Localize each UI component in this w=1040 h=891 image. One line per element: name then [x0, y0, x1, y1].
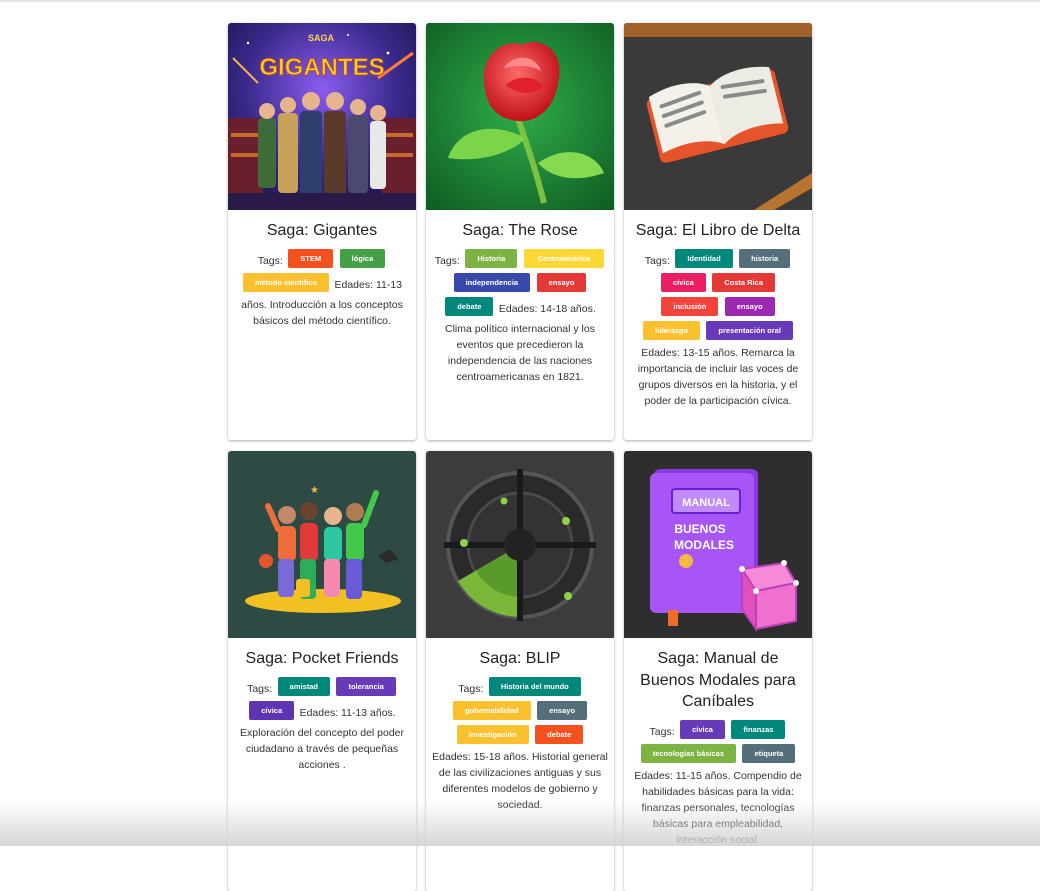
tag-presentacion-oral[interactable]: presentación oral — [706, 320, 793, 340]
card-image[interactable]: MANUAL BUENOS MODALES — [624, 451, 812, 638]
pocket-friends-art: ★ — [228, 451, 416, 638]
rose-art — [426, 23, 614, 210]
saga-card-the-rose[interactable]: Saga: The Rose Tags: Historia Centroamér… — [426, 23, 614, 440]
tag-list: Tags: Historia del mundo gobernabilidad … — [432, 676, 608, 749]
tag-centroamerica[interactable]: Centroamérica — [523, 248, 605, 268]
card-image[interactable]: ★ — [228, 451, 416, 638]
card-ages: Edades: 13-15 años. — [641, 346, 739, 359]
tag-historia[interactable]: historia — [739, 248, 791, 268]
card-title[interactable]: Saga: El Libro de Delta — [634, 220, 802, 242]
card-description: Edades: 13-15 años. Remarca la importanc… — [630, 345, 806, 409]
tag-list: Tags: Historia Centroamérica independenc… — [432, 248, 608, 321]
tag-civica[interactable]: cívica — [680, 719, 725, 739]
tag-historia[interactable]: Historia — [465, 248, 518, 268]
manual-art-line-1: BUENOS — [674, 522, 725, 536]
tag-list: Tags: STEM lógica método científico Edad… — [234, 248, 410, 297]
card-ages: Edades: 11-13 — [334, 278, 403, 291]
saga-grid: SAGA GIGANTES Saga: Gigantes Tags: STEM … — [228, 23, 812, 891]
card-ages: Edades: 11-15 años. — [634, 769, 731, 782]
manual-art-label: MANUAL — [682, 497, 730, 509]
card-title[interactable]: Saga: BLIP — [436, 648, 604, 670]
card-ages: Edades: 14-18 años. — [498, 302, 596, 315]
tag-identidad[interactable]: Identidad — [675, 248, 733, 268]
card-description: años. Introducción a los conceptos básic… — [241, 298, 403, 327]
bottom-fade — [0, 800, 1040, 846]
card-image[interactable] — [426, 23, 614, 210]
tag-etiqueta[interactable]: etiqueta — [742, 743, 796, 763]
tag-debate[interactable]: debate — [445, 296, 494, 316]
tag-ensayo[interactable]: ensayo — [537, 700, 588, 720]
card-image[interactable] — [426, 451, 614, 638]
tag-independencia[interactable]: independencia — [453, 272, 531, 292]
card-description: Clima político internacional y los event… — [445, 322, 595, 383]
tag-amistad[interactable]: amistad — [277, 676, 331, 696]
tag-inclusion[interactable]: inclusión — [661, 296, 719, 316]
tag-costa-rica[interactable]: Costa Rica — [712, 272, 776, 292]
tags-label: Tags: — [247, 682, 273, 695]
card-description: Exploración del concepto del poder ciuda… — [239, 726, 405, 771]
tag-investigacion[interactable]: investigación — [456, 724, 529, 744]
card-title[interactable]: Saga: Gigantes — [238, 220, 406, 242]
open-book-art — [624, 23, 812, 210]
tag-finanzas[interactable]: finanzas — [731, 719, 786, 739]
saga-card-gigantes[interactable]: SAGA GIGANTES Saga: Gigantes Tags: STEM … — [228, 23, 416, 440]
tag-metodo-cientifico[interactable]: método científico — [242, 272, 330, 292]
card-ages: Edades: 15-18 años. — [432, 750, 530, 763]
tag-logica[interactable]: lógica — [339, 248, 386, 268]
manual-book-art: MANUAL BUENOS MODALES — [624, 451, 812, 638]
tag-ensayo[interactable]: ensayo — [536, 272, 587, 292]
tag-list: Tags: amistad tolerancia cívica Edades: … — [234, 676, 410, 725]
top-divider — [0, 0, 1040, 2]
tag-list: Tags: Identidad historia cívica Costa Ri… — [630, 248, 806, 345]
tag-gobernabilidad[interactable]: gobernabilidad — [452, 700, 531, 720]
tag-civica[interactable]: cívica — [660, 272, 706, 292]
tags-label: Tags: — [649, 725, 675, 738]
saga-card-libro-de-delta[interactable]: Saga: El Libro de Delta Tags: Identidad … — [624, 23, 812, 440]
radar-art — [426, 451, 614, 638]
card-title[interactable]: Saga: Pocket Friends — [238, 648, 406, 670]
tag-civica[interactable]: cívica — [249, 700, 295, 720]
tags-label: Tags: — [644, 254, 670, 267]
tag-ensayo[interactable]: ensayo — [724, 296, 775, 316]
tags-label: Tags: — [257, 254, 283, 267]
tag-liderazgo[interactable]: liderazgo — [643, 320, 700, 340]
tag-stem[interactable]: STEM — [288, 248, 334, 268]
card-ages: Edades: 11-13 años. — [299, 706, 396, 719]
gigantes-art-small: SAGA — [308, 33, 335, 43]
card-title[interactable]: Saga: Manual de Buenos Modales para Caní… — [634, 648, 802, 713]
tag-historia-del-mundo[interactable]: Historia del mundo — [488, 676, 581, 696]
tags-label: Tags: — [434, 254, 460, 267]
tag-tecnologias-basicas[interactable]: tecnologías básicas — [640, 743, 737, 763]
card-title[interactable]: Saga: The Rose — [436, 220, 604, 242]
card-image[interactable] — [624, 23, 812, 210]
tag-tolerancia[interactable]: tolerancia — [336, 676, 396, 696]
tag-debate[interactable]: debate — [535, 724, 584, 744]
tags-label: Tags: — [458, 682, 484, 695]
card-image[interactable]: SAGA GIGANTES — [228, 23, 416, 210]
manual-art-line-2: MODALES — [674, 538, 734, 552]
gigantes-art-title: GIGANTES — [259, 54, 384, 81]
gigantes-cover-art: SAGA GIGANTES — [228, 23, 416, 210]
tag-list: Tags: cívica finanzas tecnologías básica… — [630, 719, 806, 768]
svg-text:★: ★ — [310, 485, 319, 496]
